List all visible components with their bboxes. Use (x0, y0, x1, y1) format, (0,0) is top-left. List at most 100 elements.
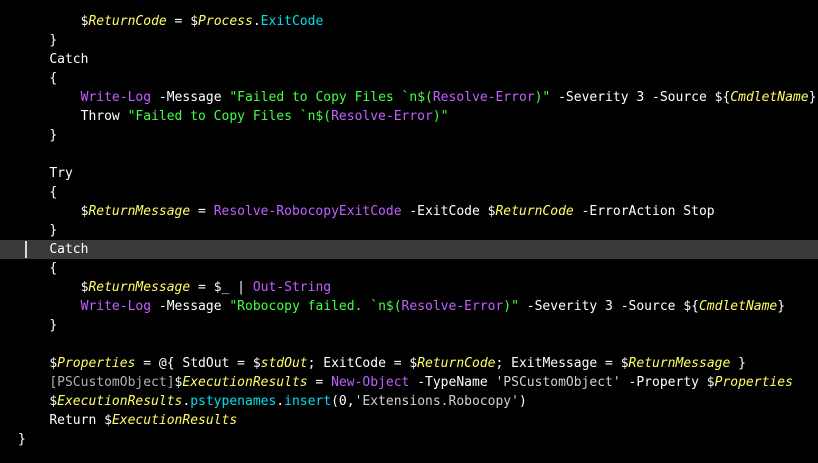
code-token-plain: } (730, 356, 746, 371)
code-token-plain: } (49, 223, 58, 238)
code-token-property: insert (284, 394, 332, 409)
code-lines[interactable]: $ReturnCode = $Process.ExitCode } Catch … (0, 12, 818, 449)
code-token-property: ExitCode (260, 14, 324, 29)
code-token-plain: { (49, 261, 58, 276)
code-token-command: Resolve-RobocopyExitCode (213, 204, 402, 219)
code-token-plain: ; ExitMessage = (495, 356, 621, 371)
code-token-sstring: 'Extensions.Robocopy' (354, 394, 519, 409)
code-token-plain: } (777, 299, 786, 314)
code-line[interactable]: Return $ExecutionResults (0, 411, 818, 430)
code-token-plain: -ErrorAction Stop (573, 204, 715, 219)
code-token-plain: -Severity (550, 90, 637, 105)
code-token-plain: . (276, 394, 285, 409)
code-token-plain: = (190, 280, 214, 295)
code-token-variable: Process (198, 14, 253, 29)
code-token-plain: } (49, 318, 58, 333)
code-token-plain: $ (104, 413, 112, 428)
code-line[interactable]: $ReturnMessage = $_ | Out-String (0, 278, 818, 297)
code-line[interactable]: $Properties = @{ StdOut = $stdOut; ExitC… (0, 354, 818, 373)
code-token-command: New-Object (331, 375, 410, 390)
code-token-number: 3 (636, 90, 645, 105)
code-token-plain: ${ (714, 90, 731, 105)
code-token-plain: = @{ StdOut = (135, 356, 253, 371)
code-token-plain: } (18, 432, 26, 447)
code-token-plain: { (49, 185, 58, 200)
code-token-plain: ; ExitCode = (307, 356, 410, 371)
code-token-plain: } (49, 33, 58, 48)
code-token-variable: ReturnCode (88, 14, 167, 29)
code-line[interactable]: Catch (0, 50, 818, 69)
text-cursor-icon (25, 241, 27, 258)
code-token-command: Resolve-Error (331, 109, 433, 124)
code-editor[interactable]: $ReturnCode = $Process.ExitCode } Catch … (0, 0, 818, 463)
code-token-variable: ReturnMessage (88, 280, 191, 295)
code-token-plain: (0, (331, 394, 355, 409)
code-line[interactable]: Try (0, 164, 818, 183)
code-line[interactable]: } (0, 316, 818, 335)
code-token-plain: $ (620, 356, 629, 371)
code-line[interactable]: Throw "Failed to Copy Files `n$(Resolve-… (0, 107, 818, 126)
code-token-variable: ReturnCode (417, 356, 496, 371)
code-token-keyword: Try (49, 166, 73, 181)
code-token-plain: | (229, 280, 253, 295)
code-line[interactable]: } (0, 221, 818, 240)
code-token-command: Write-Log (80, 299, 152, 314)
code-token-plain: } (808, 90, 817, 105)
code-token-keyword: Catch (49, 242, 89, 257)
code-token-plain: . (252, 14, 261, 29)
code-token-variable: Properties (57, 356, 136, 371)
code-token-variable: ReturnCode (495, 204, 574, 219)
code-token-command: Out-String (252, 280, 332, 295)
code-token-command: Resolve-Error (432, 90, 535, 105)
code-line[interactable]: Write-Log -Message "Robocopy failed. `n$… (0, 297, 818, 316)
code-token-plain: -Property (620, 375, 707, 390)
code-token-plain: -ExitCode (401, 204, 488, 219)
code-token-string: "Failed to Copy Files `n$( (229, 90, 433, 105)
code-token-variable: CmdletName (730, 90, 809, 105)
code-line[interactable] (0, 145, 818, 164)
code-line[interactable]: { (0, 259, 818, 278)
code-line[interactable]: $ExecutionResults.pstypenames.insert(0,'… (0, 392, 818, 411)
code-line[interactable]: { (0, 183, 818, 202)
code-line[interactable]: } (0, 126, 818, 145)
code-line[interactable]: [PSCustomObject] $ ExecutionResults = New-… (0, 373, 818, 392)
code-token-plain: $ (706, 375, 715, 390)
code-line[interactable] (0, 335, 818, 354)
code-token-command: Resolve-Error (401, 299, 504, 314)
code-token-variable: ExecutionResults (111, 413, 238, 428)
code-line[interactable]: } (0, 430, 818, 449)
code-token-plain: $ (49, 356, 58, 371)
code-token-keyword: Catch (49, 52, 89, 67)
code-line[interactable]: Write-Log -Message "Failed to Copy Files… (0, 88, 818, 107)
code-token-string: "Failed to Copy Files `n$( (127, 109, 332, 124)
code-token-sstring: 'PSCustomObject' (495, 375, 621, 390)
code-token-plain: -Severity (518, 299, 606, 314)
code-line[interactable]: $ReturnMessage = Resolve-RobocopyExitCod… (0, 202, 818, 221)
code-token-plain: -Source (612, 299, 684, 314)
code-token-string: "Robocopy failed. `n$( (229, 299, 402, 314)
code-line[interactable]: { (0, 69, 818, 88)
code-line[interactable]: } (0, 31, 818, 50)
code-token-plain: -Message (151, 90, 230, 105)
code-line[interactable]: $ReturnCode = $Process.ExitCode (0, 12, 818, 31)
current-code-line[interactable]: Catch (0, 240, 818, 259)
code-token-variable: ExecutionResults (182, 375, 308, 390)
code-token-plain: } (49, 128, 58, 143)
